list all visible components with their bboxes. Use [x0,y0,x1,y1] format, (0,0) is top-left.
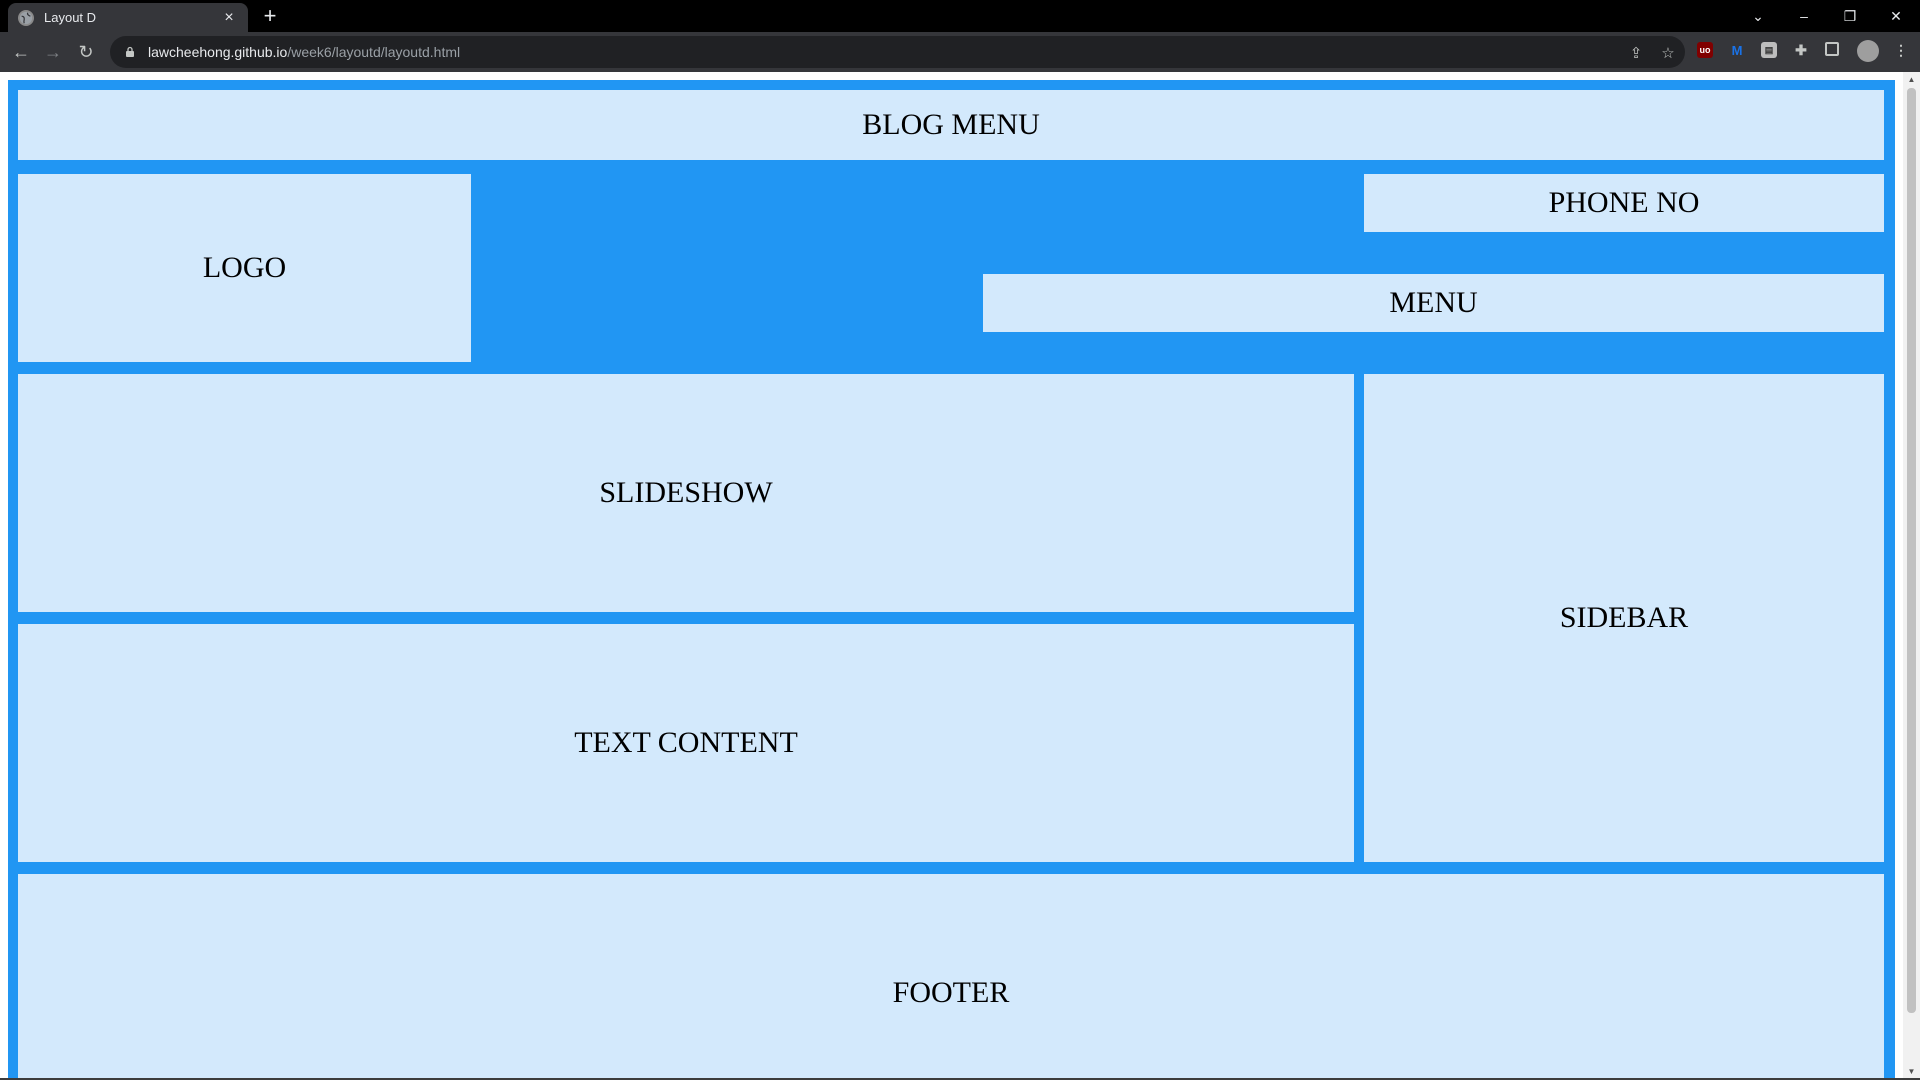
tab-close-button[interactable]: × [220,9,238,27]
url-host: lawcheehong.github.io [148,44,288,60]
ublock-icon[interactable]: uo [1697,42,1713,58]
browser-toolbar: ← → ↻ lawcheehong.github.io/week6/layout… [0,32,1920,72]
lock-icon [126,46,134,57]
scroll-thumb[interactable] [1907,88,1916,1013]
note-extension-icon[interactable]: ▤ [1761,42,1777,58]
vertical-scrollbar[interactable]: ▲ ▼ [1903,72,1920,1078]
tab-search-button[interactable]: ⌄ [1736,0,1780,32]
scroll-up-arrow-icon[interactable]: ▲ [1903,72,1920,86]
new-tab-button[interactable]: + [258,5,282,29]
window-close-button[interactable]: ✕ [1874,0,1918,32]
address-bar[interactable]: lawcheehong.github.io/week6/layoutd/layo… [110,36,1685,68]
profile-avatar[interactable] [1857,40,1879,62]
sidebar: SIDEBAR [1364,374,1884,862]
globe-icon [18,9,34,26]
forward-button[interactable]: → [41,40,65,64]
bookmark-star-icon[interactable]: ☆ [1659,44,1677,62]
extension-m-icon[interactable]: M [1729,42,1745,58]
layout-container: BLOG MENU LOGO PHONE NO MENU SLIDESHOW T… [8,80,1895,1078]
url-path: /week6/layoutd/layoutd.html [287,44,461,60]
tab-strip: Layout D × + ⌄ – ❐ ✕ [0,0,1920,32]
logo: LOGO [18,174,471,362]
page-viewport: BLOG MENU LOGO PHONE NO MENU SLIDESHOW T… [0,72,1920,1078]
reload-button[interactable]: ↻ [74,40,98,64]
chrome-menu-icon[interactable]: ⋮ [1893,42,1909,58]
extensions-puzzle-icon[interactable]: ✚ [1793,42,1809,58]
back-button[interactable]: ← [9,40,33,64]
blog-menu: BLOG MENU [18,90,1884,160]
slideshow: SLIDESHOW [18,374,1354,612]
phone-no: PHONE NO [1364,174,1884,232]
restore-button[interactable]: ❐ [1828,0,1872,32]
tab-title: Layout D [44,10,97,25]
side-panel-icon[interactable] [1825,42,1839,56]
footer: FOOTER [18,874,1884,1078]
scroll-down-arrow-icon[interactable]: ▼ [1903,1064,1920,1078]
browser-tab[interactable]: Layout D × [8,3,248,32]
menu: MENU [983,274,1884,332]
text-content: TEXT CONTENT [18,624,1354,862]
share-icon[interactable]: ⇪ [1627,44,1645,62]
minimize-button[interactable]: – [1782,0,1826,32]
